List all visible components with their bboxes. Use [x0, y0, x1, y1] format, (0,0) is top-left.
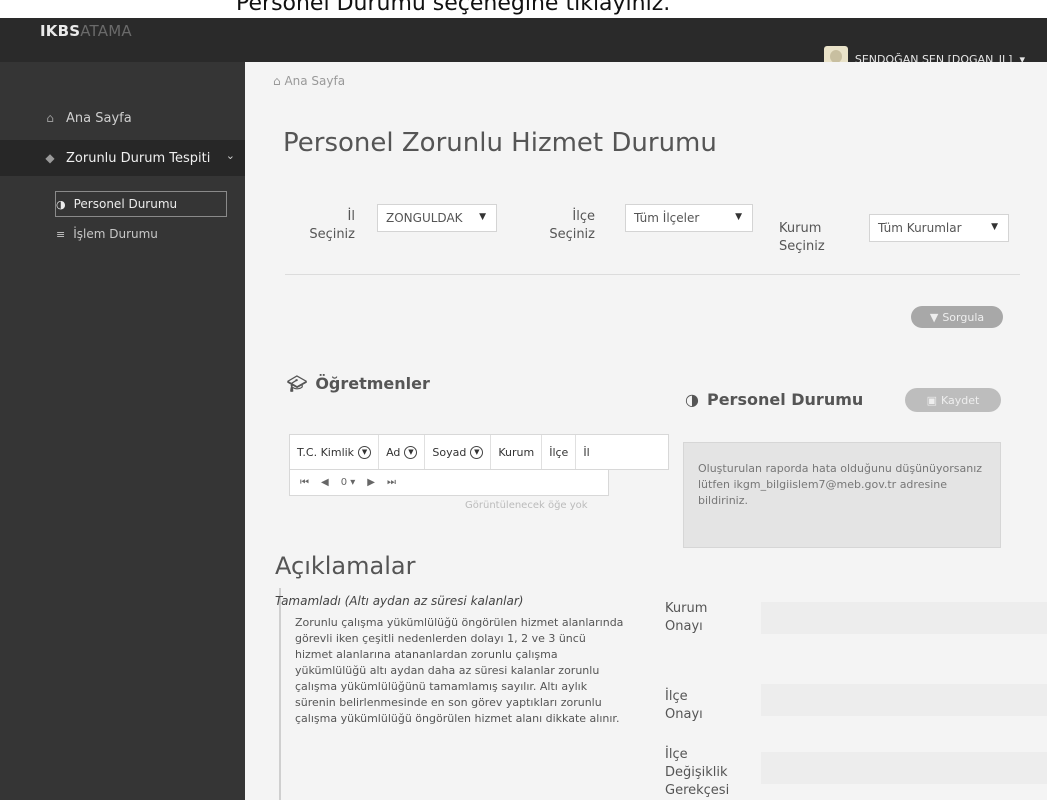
empty-message: Görüntülenecek öğe yok	[465, 500, 588, 511]
tag-icon: ◆	[45, 151, 55, 165]
il-select[interactable]: ZONGULDAK ▼	[377, 204, 497, 232]
filter-row: İl Seçiniz ZONGULDAK ▼ İlçe Seçiniz Tüm …	[285, 194, 1015, 274]
caret-down-icon: ▼	[991, 222, 998, 232]
document-caption: Personel Durumu seçeneğine tıklayınız.	[0, 0, 1047, 18]
home-icon: ⌂	[46, 111, 54, 125]
filter-icon[interactable]: ▼	[404, 445, 418, 459]
filter-icon: ▼	[929, 310, 939, 324]
ilce-degisiklik-label: İlçe Değişiklik Gerekçesi	[665, 747, 730, 798]
sidebar-item-home[interactable]: ⌂ Ana Sayfa	[0, 100, 245, 136]
ilce-degisiklik-field[interactable]	[761, 752, 1047, 784]
home-icon: ⌂	[273, 74, 281, 88]
caption-text: Personel Durumu seçeneğine tıklayınız.	[236, 0, 671, 16]
breadcrumb-label: Ana Sayfa	[284, 74, 346, 88]
chevron-down-icon: ⌄	[225, 149, 235, 162]
ilce-onayi-field[interactable]	[761, 684, 1047, 716]
descriptions-subtitle: Tamamladı (Altı aydan az süresi kalanlar…	[275, 594, 524, 608]
column-header-soyad[interactable]: Soyad ▼	[425, 435, 492, 469]
caret-down-icon: ▼	[735, 212, 742, 222]
caret-down-icon: ▼	[479, 212, 486, 222]
kaydet-button[interactable]: ▣ Kaydet	[905, 388, 1001, 412]
kurum-select[interactable]: Tüm Kurumlar ▼	[869, 214, 1009, 242]
page-size-select[interactable]: 0 ▾	[341, 477, 356, 488]
top-bar: IKBSATAMA ŞENDOĞAN ŞEN [DOGAN_IL] ▾	[0, 18, 1047, 72]
il-label: İl Seçiniz	[309, 209, 355, 242]
descriptions-rule	[279, 588, 281, 800]
descriptions-body: Zorunlu çalışma yükümlülüğü öngörülen hi…	[295, 616, 624, 725]
filter-icon[interactable]: ▼	[470, 445, 484, 459]
sorgula-button[interactable]: ▼ Sorgula	[911, 306, 1003, 328]
grid-pager: ⏮ ◀ 0 ▾ ▶ ⏭	[289, 470, 609, 496]
sidebar-item-label: Ana Sayfa	[66, 110, 132, 126]
kurum-onayi-field[interactable]	[761, 602, 1047, 634]
descriptions-title: Açıklamalar	[275, 552, 416, 580]
brand-bold: IKBS	[40, 22, 81, 40]
sidebar-subitem-label: İşlem Durumu	[73, 227, 158, 241]
ilce-label: İlçe Seçiniz	[549, 209, 595, 242]
main-content: ⌂ Ana Sayfa Personel Zorunlu Hizmet Duru…	[245, 62, 1047, 800]
sidebar-item-label: Zorunlu Durum Tespiti	[66, 150, 211, 166]
sidebar: ⌂ Ana Sayfa ◆ Zorunlu Durum Tespiti ⌄ ◑ …	[0, 62, 259, 800]
column-header-tc-kimlik[interactable]: T.C. Kimlik ▼	[290, 435, 380, 469]
sidebar-subitem-islem-durumu[interactable]: ≡ İşlem Durumu	[56, 222, 226, 246]
column-header-ilce[interactable]: İlçe	[542, 435, 577, 469]
last-page-icon[interactable]: ⏭	[387, 477, 396, 488]
divider	[285, 274, 1020, 275]
sidebar-item-zorunlu-durum[interactable]: ◆ Zorunlu Durum Tespiti ⌄	[0, 140, 259, 176]
page-title: Personel Zorunlu Hizmet Durumu	[283, 128, 717, 158]
next-page-icon[interactable]: ▶	[367, 477, 375, 488]
brand-logo[interactable]: IKBSATAMA	[40, 22, 132, 40]
teachers-section-title: 🎓︎ Öğretmenler	[287, 374, 430, 393]
ilce-onayi-label: İlçe Onayı	[665, 689, 703, 722]
list-icon: ≡	[56, 227, 66, 241]
kurum-label: Kurum Seçiniz	[779, 221, 825, 254]
teachers-grid: T.C. Kimlik ▼ Ad ▼ Soyad ▼ Kurum İlçe İl…	[289, 434, 669, 514]
breadcrumb[interactable]: ⌂ Ana Sayfa	[273, 74, 345, 88]
save-icon: ▣	[926, 393, 938, 407]
column-header-ad[interactable]: Ad ▼	[379, 435, 426, 469]
half-circle-icon: ◑	[685, 390, 699, 409]
filter-icon[interactable]: ▼	[358, 445, 372, 459]
column-header-kurum[interactable]: Kurum	[491, 435, 543, 469]
sidebar-subitem-label: Personel Durumu	[73, 197, 178, 211]
brand-light: ATAMA	[80, 22, 132, 40]
half-circle-icon: ◑	[56, 197, 66, 211]
sidebar-subitem-personel-durumu[interactable]: ◑ Personel Durumu	[55, 191, 227, 217]
status-section-title: ◑ Personel Durumu	[685, 390, 864, 409]
column-header-il[interactable]: İl	[576, 435, 596, 469]
first-page-icon[interactable]: ⏮	[300, 477, 309, 488]
kurum-onayi-label: Kurum Onayı	[665, 601, 708, 634]
ilce-select[interactable]: Tüm İlçeler ▼	[625, 204, 753, 232]
info-box: Oluşturulan raporda hata olduğunu düşünü…	[683, 442, 1001, 548]
graduation-cap-icon: 🎓︎	[287, 374, 308, 393]
grid-header: T.C. Kimlik ▼ Ad ▼ Soyad ▼ Kurum İlçe İl	[289, 434, 669, 470]
approval-fields	[761, 602, 1047, 800]
prev-page-icon[interactable]: ◀	[321, 477, 329, 488]
